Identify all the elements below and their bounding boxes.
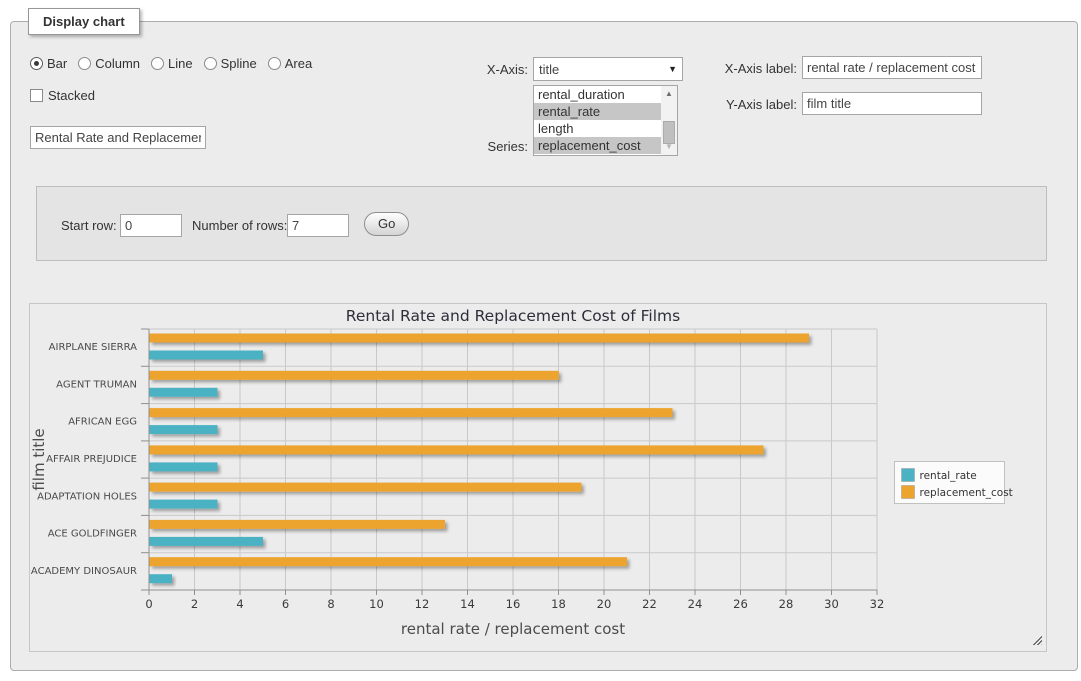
svg-text:30: 30 — [824, 597, 839, 611]
radio-line[interactable]: Line — [151, 56, 193, 71]
svg-text:26: 26 — [733, 597, 748, 611]
x-axis-select[interactable]: title ▼ — [533, 57, 683, 81]
dropdown-arrow-icon: ▼ — [668, 64, 677, 74]
series-option-rental-duration[interactable]: rental_duration — [534, 86, 661, 103]
scroll-down-icon[interactable]: ▼ — [662, 140, 676, 154]
y-axis-label-label: Y-Axis label: — [713, 97, 797, 112]
bar-chart: 02468101214161820222426283032AIRPLANE SI… — [30, 304, 1046, 654]
svg-text:film title: film title — [30, 428, 48, 490]
radio-area-icon[interactable] — [268, 57, 281, 70]
radio-bar-icon[interactable] — [30, 57, 43, 70]
num-rows-label: Number of rows: — [192, 218, 287, 233]
rows-panel: Start row: Number of rows: Go — [36, 186, 1047, 261]
svg-text:6: 6 — [282, 597, 289, 611]
radio-column-label: Column — [95, 56, 140, 71]
svg-text:10: 10 — [369, 597, 384, 611]
radio-spline[interactable]: Spline — [204, 56, 257, 71]
svg-text:AIRPLANE SIERRA: AIRPLANE SIERRA — [49, 342, 137, 353]
chart-container: 02468101214161820222426283032AIRPLANE SI… — [29, 303, 1047, 652]
radio-column[interactable]: Column — [78, 56, 140, 71]
radio-line-label: Line — [168, 56, 193, 71]
scroll-up-icon[interactable]: ▲ — [662, 87, 676, 101]
svg-text:ADAPTATION HOLES: ADAPTATION HOLES — [37, 491, 137, 502]
svg-text:16: 16 — [506, 597, 521, 611]
series-listbox[interactable]: rental_duration rental_rate length repla… — [533, 85, 678, 156]
radio-spline-label: Spline — [221, 56, 257, 71]
svg-text:18: 18 — [551, 597, 566, 611]
go-button[interactable]: Go — [364, 212, 409, 236]
x-axis-select-label: X-Axis: — [448, 62, 528, 77]
svg-text:24: 24 — [688, 597, 703, 611]
series-option-replacement-cost[interactable]: replacement_cost — [534, 137, 661, 154]
radio-area-label: Area — [285, 56, 312, 71]
listbox-scrollbar[interactable]: ▲ ▼ — [661, 86, 677, 155]
start-row-input[interactable] — [120, 214, 182, 237]
svg-text:rental_rate: rental_rate — [920, 470, 977, 482]
radio-line-icon[interactable] — [151, 57, 164, 70]
radio-area[interactable]: Area — [268, 56, 312, 71]
svg-text:28: 28 — [779, 597, 794, 611]
stacked-label: Stacked — [48, 88, 95, 103]
x-axis-select-value: title — [539, 62, 559, 77]
y-axis-label-input[interactable] — [802, 92, 982, 115]
fieldset-legend: Display chart — [28, 8, 140, 35]
svg-text:ACADEMY DINOSAUR: ACADEMY DINOSAUR — [31, 566, 137, 577]
start-row-label: Start row: — [61, 218, 117, 233]
stacked-checkbox[interactable] — [30, 89, 43, 102]
chart-type-radio-group: Bar Column Line Spline Area — [30, 56, 312, 71]
num-rows-input[interactable] — [287, 214, 349, 237]
x-axis-label-input[interactable] — [802, 56, 982, 79]
page: Display chart Bar Column Line Spline Are… — [0, 0, 1081, 681]
series-option-rental-rate[interactable]: rental_rate — [534, 103, 661, 120]
svg-text:22: 22 — [642, 597, 657, 611]
radio-bar[interactable]: Bar — [30, 56, 67, 71]
svg-text:12: 12 — [415, 597, 430, 611]
chart-title-input[interactable] — [30, 126, 206, 149]
radio-column-icon[interactable] — [78, 57, 91, 70]
svg-text:rental rate / replacement cost: rental rate / replacement cost — [401, 620, 625, 638]
svg-text:4: 4 — [236, 597, 243, 611]
svg-text:Rental Rate and Replacement Co: Rental Rate and Replacement Cost of Film… — [346, 307, 680, 325]
svg-text:20: 20 — [597, 597, 612, 611]
series-options: rental_duration rental_rate length repla… — [534, 86, 661, 155]
svg-text:AFRICAN EGG: AFRICAN EGG — [68, 417, 137, 428]
series-list-label: Series: — [448, 139, 528, 154]
svg-text:AGENT TRUMAN: AGENT TRUMAN — [56, 379, 137, 390]
svg-text:32: 32 — [870, 597, 885, 611]
radio-spline-icon[interactable] — [204, 57, 217, 70]
series-option-length[interactable]: length — [534, 120, 661, 137]
svg-text:0: 0 — [145, 597, 152, 611]
svg-text:8: 8 — [327, 597, 334, 611]
svg-text:ACE GOLDFINGER: ACE GOLDFINGER — [48, 529, 137, 540]
svg-text:AFFAIR PREJUDICE: AFFAIR PREJUDICE — [46, 454, 137, 465]
x-axis-label-label: X-Axis label: — [713, 61, 797, 76]
svg-text:2: 2 — [191, 597, 198, 611]
stacked-row: Stacked — [30, 88, 95, 103]
svg-text:14: 14 — [460, 597, 475, 611]
radio-bar-label: Bar — [47, 56, 67, 71]
svg-text:replacement_cost: replacement_cost — [920, 487, 1013, 499]
